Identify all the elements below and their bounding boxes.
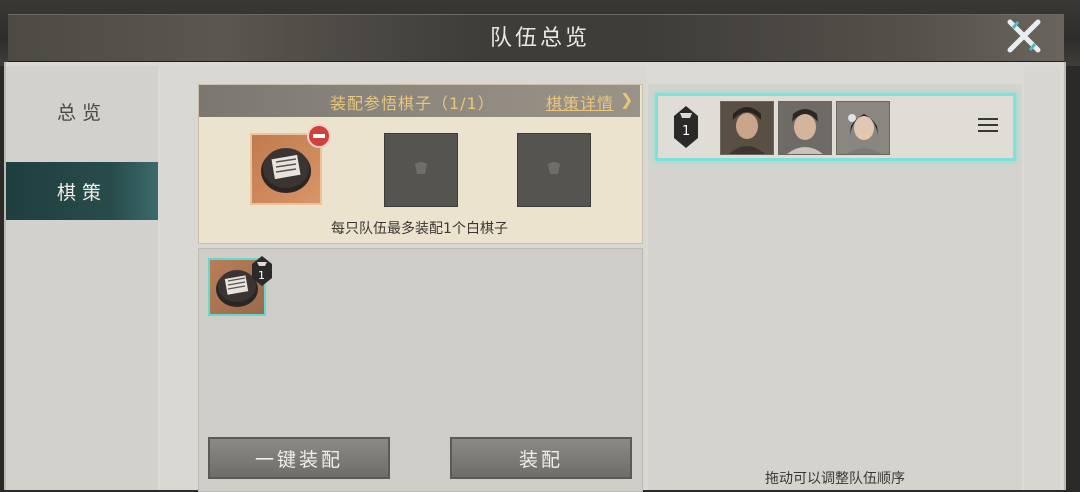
team-badge-count: 1 [258, 269, 265, 282]
team-number-badge: 1 [674, 106, 698, 148]
chevron-right-icon: ❯ [620, 90, 634, 109]
equip-limit-text: 每只队伍最多装配1个白棋子 [331, 221, 508, 237]
auto-equip-button[interactable]: 一键装配 [208, 437, 390, 479]
hero-portrait-icon [721, 102, 773, 154]
drag-handle-icon[interactable] [978, 118, 998, 134]
team-badge: 1 [252, 256, 272, 286]
close-button[interactable] [1004, 18, 1044, 54]
member-portrait-3[interactable] [836, 101, 890, 155]
close-icon [1007, 19, 1041, 53]
team-number: 1 [682, 124, 691, 139]
equip-button[interactable]: 装配 [450, 437, 632, 479]
sidebar-item-label: 棋策 [56, 181, 107, 204]
reorder-hint: 拖动可以调整队伍顺序 [765, 471, 905, 487]
window-title: 队伍总览 [489, 26, 590, 51]
sidebar-item-overview[interactable]: 总览 [6, 82, 158, 140]
hero-portrait-icon [779, 102, 831, 154]
member-portrait-1[interactable] [720, 101, 774, 155]
remove-piece-button[interactable] [307, 124, 331, 148]
equip-slot-2[interactable] [384, 133, 458, 207]
strategy-details-link[interactable]: 棋策详情 [546, 90, 614, 114]
sidebar-item-strategy[interactable]: 棋策 [6, 162, 158, 220]
chess-piece-icon [261, 148, 311, 193]
hero-portrait-icon [837, 102, 889, 154]
locked-slot-icon [548, 162, 560, 174]
right-edge [1024, 66, 1060, 490]
sidebar-item-label: 总览 [56, 101, 107, 124]
equip-slot-3[interactable] [517, 133, 591, 207]
locked-slot-icon [415, 162, 427, 174]
member-portrait-2[interactable] [778, 101, 832, 155]
equip-title: 装配参悟棋子（1/1） [330, 94, 495, 113]
sidebar: 总览 棋策 [6, 66, 158, 490]
